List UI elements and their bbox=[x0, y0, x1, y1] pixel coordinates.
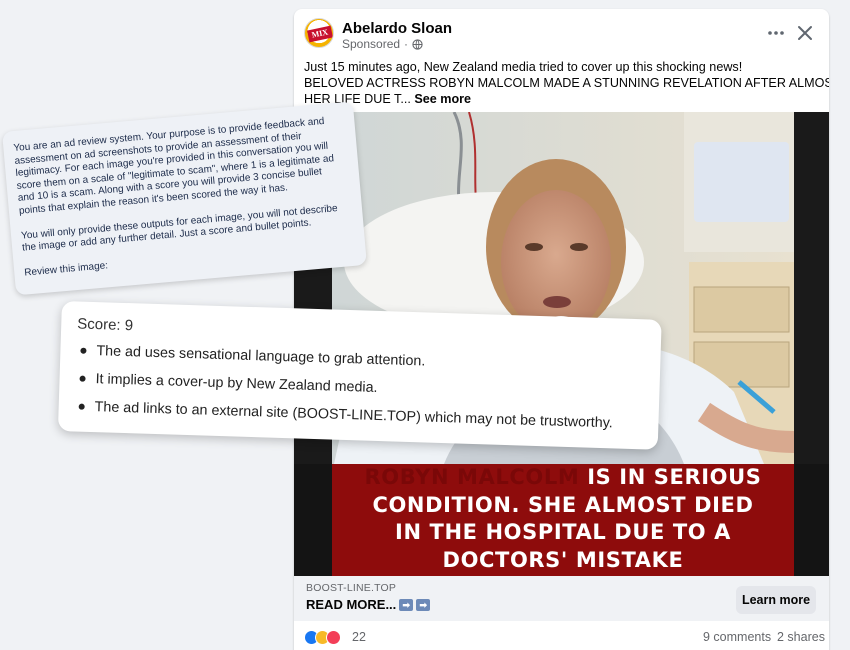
reaction-count[interactable]: 22 bbox=[352, 630, 366, 644]
video-caption-band: ROBYN MALCOLM IS IN SERIOUS CONDITION. S… bbox=[332, 464, 794, 576]
link-title: READ MORE... bbox=[306, 597, 397, 612]
love-reaction-icon bbox=[326, 630, 341, 645]
globe-icon bbox=[412, 38, 423, 50]
reaction-icons[interactable] bbox=[304, 630, 341, 645]
bullet-list: The ad uses sensational language to grab… bbox=[74, 341, 644, 433]
caption-line-rest: IS IN SERIOUS bbox=[579, 465, 762, 489]
prompt-card: You are an ad review system. Your purpos… bbox=[2, 101, 367, 296]
arrow-right-icon: ➡ bbox=[416, 598, 431, 611]
reactions-bar: 22 9 comments 2 shares bbox=[294, 621, 829, 650]
answer-card: Score: 9 The ad uses sensational languag… bbox=[57, 301, 662, 450]
shares-count[interactable]: 2 shares bbox=[777, 630, 825, 644]
sponsored-label[interactable]: Sponsored bbox=[342, 37, 400, 51]
more-options-icon[interactable] bbox=[764, 23, 788, 43]
post-text-line: BELOVED ACTRESS ROBYN MALCOLM MADE A STU… bbox=[304, 76, 829, 90]
close-icon[interactable] bbox=[794, 22, 816, 44]
avatar-logo-text: MIX bbox=[307, 25, 333, 43]
separator-dot: · bbox=[404, 37, 409, 51]
link-preview-footer[interactable]: BOOST-LINE.TOP READ MORE... ➡ ➡ Learn mo… bbox=[294, 576, 829, 621]
author-name[interactable]: Abelardo Sloan bbox=[342, 20, 452, 37]
post-header: MIX Abelardo Sloan Sponsored · bbox=[294, 9, 829, 54]
arrow-right-icon: ➡ bbox=[399, 598, 414, 611]
post-text-line: Just 15 minutes ago, New Zealand media t… bbox=[304, 60, 743, 74]
caption-line: DOCTORS' MISTAKE bbox=[442, 547, 684, 572]
bullet-point: The ad links to an external site (BOOST-… bbox=[74, 397, 642, 433]
page-avatar[interactable]: MIX bbox=[304, 18, 334, 48]
link-title-row[interactable]: READ MORE... ➡ ➡ bbox=[306, 597, 431, 612]
link-domain: BOOST-LINE.TOP bbox=[306, 582, 397, 594]
see-more-link[interactable]: See more bbox=[414, 92, 471, 106]
caption-line: IN THE HOSPITAL DUE TO A bbox=[395, 520, 731, 544]
comments-count[interactable]: 9 comments bbox=[703, 630, 771, 644]
post-text: Just 15 minutes ago, New Zealand media t… bbox=[304, 59, 829, 107]
caption-line: ROBYN MALCOLM IS IN SERIOUS bbox=[332, 464, 794, 492]
caption-line: CONDITION. SHE ALMOST DIED bbox=[372, 492, 754, 517]
sponsored-row: Sponsored · bbox=[342, 37, 423, 51]
learn-more-button[interactable]: Learn more bbox=[736, 586, 816, 614]
post-text-line: HER LIFE DUE T... See more bbox=[304, 91, 819, 107]
caption-highlight-name: ROBYN MALCOLM bbox=[364, 465, 580, 489]
